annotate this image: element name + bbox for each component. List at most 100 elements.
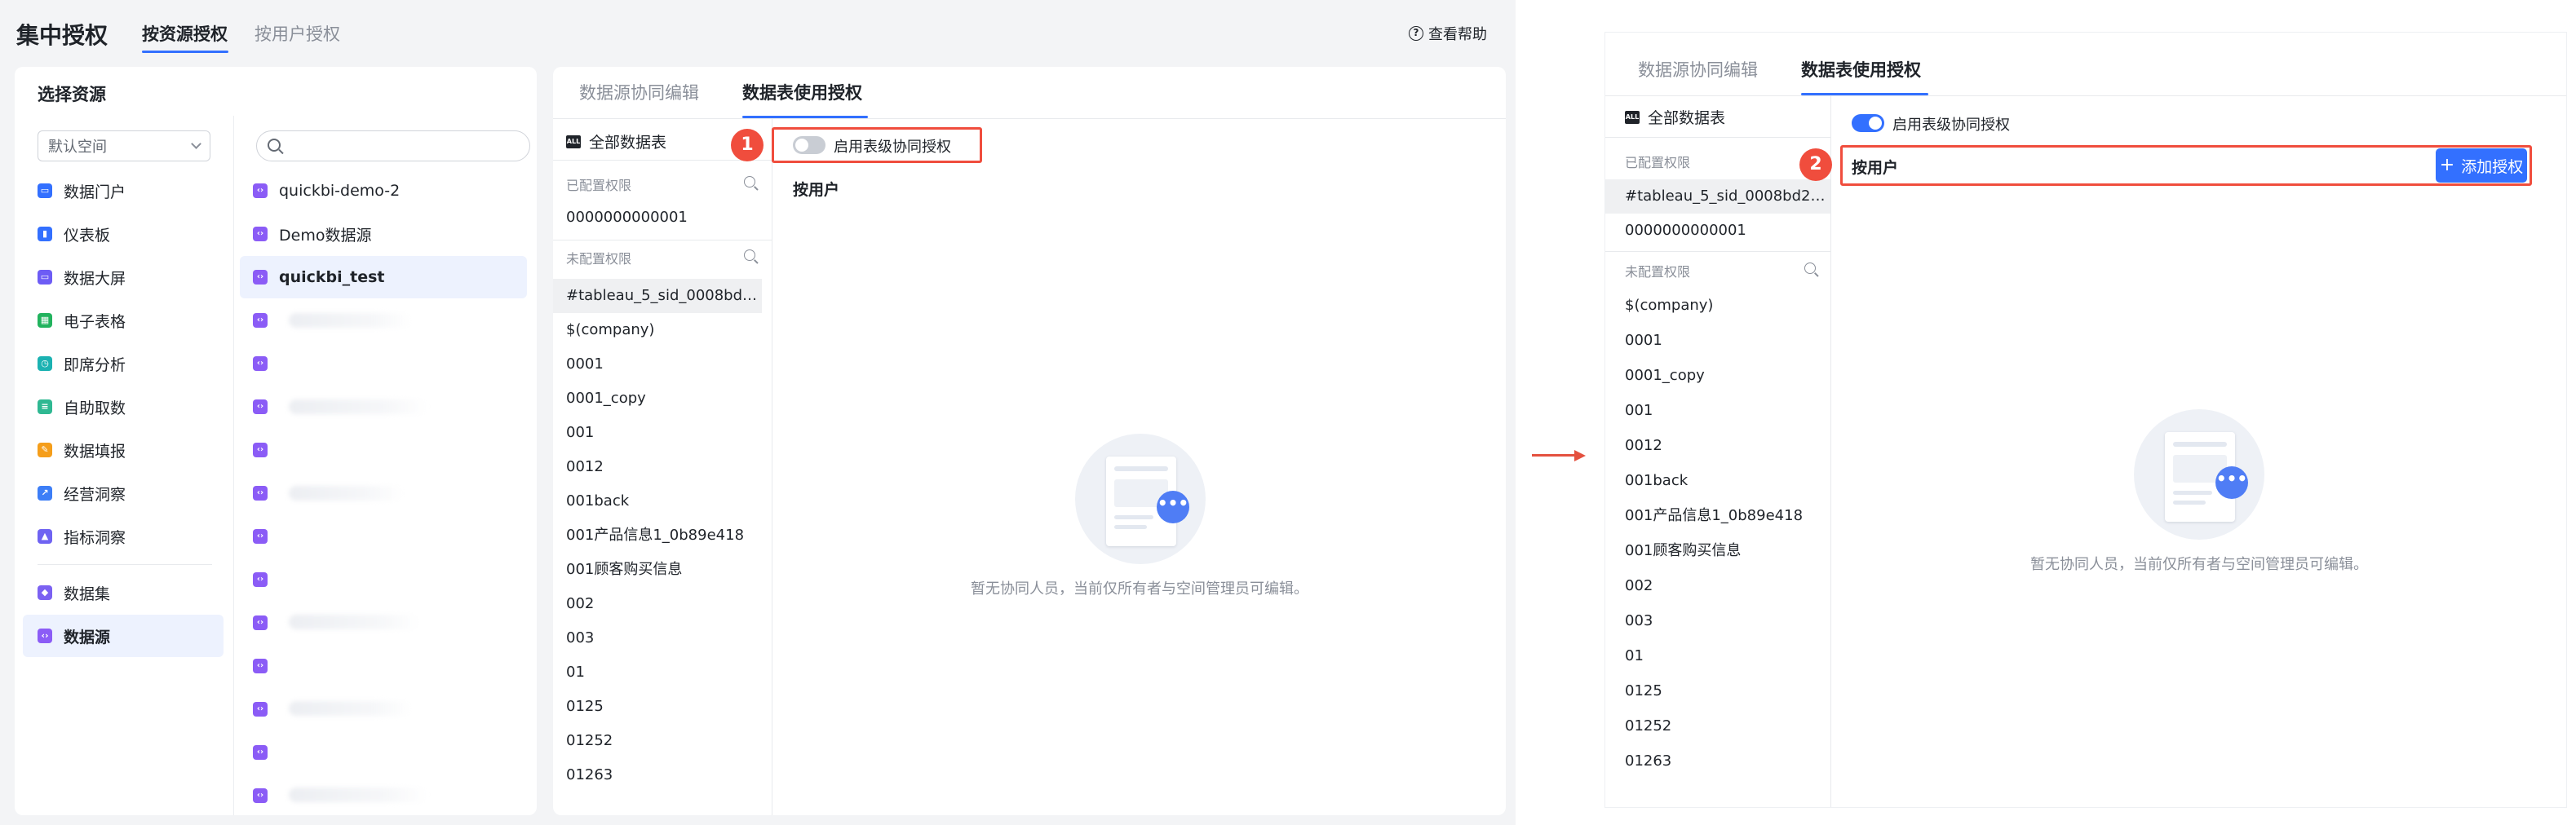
datasource-icon: ‹› [253, 399, 268, 414]
category-label: 数据大屏 [64, 269, 126, 288]
table-item[interactable]: $(company) [553, 313, 762, 347]
table-item[interactable]: 0000000000001 [553, 201, 772, 235]
table-icon: ALL [1625, 110, 1640, 124]
datasource-item-blurred[interactable]: ‹› [240, 645, 527, 687]
section-divider [553, 160, 772, 161]
datasource-item[interactable]: ‹› quickbi-demo-2 [240, 170, 527, 212]
chat-bubble-icon: ••• [2215, 466, 2248, 499]
column-divider [1830, 95, 1831, 807]
blurred-content [289, 788, 427, 802]
table-item[interactable]: 0012 [553, 450, 762, 484]
datasource-label: Demo数据源 [279, 226, 372, 245]
datasource-icon: ‹› [253, 788, 268, 803]
category-item-portal[interactable]: ▭ 数据门户 [23, 170, 224, 212]
datasource-item-blurred[interactable]: ‹› [240, 429, 527, 471]
table-item[interactable]: 01263 [1605, 744, 1830, 779]
table-item[interactable]: 001 [553, 416, 762, 450]
table-item[interactable]: 01 [553, 655, 762, 690]
table-item[interactable]: 001 [1605, 394, 1830, 428]
toggle-knob [1869, 117, 1882, 130]
category-item-spreadsheet[interactable]: ▦ 电子表格 [23, 299, 224, 342]
search-icon[interactable] [1804, 262, 1816, 274]
tab-table-usage-auth[interactable]: 数据表使用授权 [1801, 57, 1921, 82]
category-item-fill[interactable]: ✎ 数据填报 [23, 429, 224, 471]
search-icon[interactable] [744, 249, 755, 261]
top-bar: 集中授权 按资源授权 按用户授权 ? 查看帮助 [0, 0, 1516, 65]
table-item[interactable]: 003 [553, 621, 762, 655]
search-box [256, 130, 530, 161]
highlight-box-2 [1840, 145, 2532, 186]
table-item[interactable]: 001back [553, 484, 762, 518]
table-item[interactable]: 002 [553, 587, 762, 621]
table-item[interactable]: 001产品信息1_0b89e418 [1605, 499, 1830, 533]
category-item-datasource[interactable]: ‹› 数据源 [23, 615, 224, 657]
tab-divider [553, 118, 1506, 119]
search-icon[interactable] [744, 176, 755, 188]
table-item[interactable]: 0001_copy [1605, 359, 1830, 393]
datasource-item[interactable]: ‹› Demo数据源 [240, 213, 527, 255]
category-item-metric-insight[interactable]: ▲ 指标洞察 [23, 515, 224, 558]
toggle-label: 启用表级协同授权 [834, 139, 951, 156]
category-item-dataset[interactable]: ◆ 数据集 [23, 571, 224, 614]
table-item[interactable]: 01252 [553, 724, 762, 758]
tab-by-user[interactable]: 按用户授权 [255, 21, 340, 46]
category-item-screen[interactable]: ▭ 数据大屏 [23, 256, 224, 298]
table-item-selected[interactable]: #tableau_5_sid_0008bd2b... [1605, 179, 1830, 214]
datasource-icon: ‹› [253, 659, 268, 673]
category-item-dashboard[interactable]: ▮ 仪表板 [23, 213, 224, 255]
datasource-icon: ‹› [253, 529, 268, 544]
table-item[interactable]: 01 [1605, 639, 1830, 673]
table-collab-toggle[interactable] [1852, 114, 1884, 132]
spreadsheet-icon: ▦ [38, 313, 52, 328]
table-item[interactable]: 01263 [553, 758, 762, 792]
resource-panel: 选择资源 默认空间 ▭ 数据门户 ▮ 仪表板 ▭ 数据大屏 ▦ 电子表格 ◷ 即… [15, 67, 537, 815]
table-item[interactable]: 001back [1605, 464, 1830, 498]
datasource-item-blurred[interactable]: ‹› [240, 731, 527, 774]
space-select[interactable]: 默认空间 [38, 130, 210, 161]
table-item[interactable]: 01252 [1605, 709, 1830, 743]
table-item[interactable]: $(company) [1605, 289, 1830, 323]
tab-table-usage-auth[interactable]: 数据表使用授权 [742, 80, 862, 104]
category-label: 数据门户 [64, 183, 126, 201]
datasource-item-selected[interactable]: ‹› quickbi_test [240, 256, 527, 298]
add-authorization-button[interactable]: + 添加授权 [2436, 148, 2527, 183]
table-item[interactable]: 002 [1605, 569, 1830, 603]
search-input[interactable] [256, 130, 530, 161]
help-link[interactable]: ? 查看帮助 [1409, 23, 1487, 44]
datasource-icon: ‹› [253, 227, 268, 241]
table-item[interactable]: 001顾客购买信息 [553, 553, 762, 587]
datasource-label: quickbi-demo-2 [279, 182, 401, 200]
category-item-business-insight[interactable]: ↗ 经营洞察 [23, 472, 224, 514]
tab-by-resource[interactable]: 按资源授权 [142, 21, 228, 46]
section-divider [1605, 137, 1830, 138]
datasource-icon: ‹› [253, 443, 268, 457]
datasource-item-blurred[interactable]: ‹› [240, 558, 527, 601]
datasource-icon: ‹› [253, 313, 268, 328]
arrow-right-icon [1574, 450, 1586, 461]
table-collab-toggle[interactable] [793, 136, 825, 154]
table-item[interactable]: 001产品信息1_0b89e418 [553, 518, 762, 553]
all-tables-header[interactable]: ALL 全部数据表 [1625, 106, 1725, 128]
table-item[interactable]: 001顾客购买信息 [1605, 534, 1830, 568]
page-title: 集中授权 [16, 22, 108, 49]
table-item[interactable]: 003 [1605, 604, 1830, 638]
blurred-content [289, 615, 419, 629]
table-item[interactable]: 0001_copy [553, 382, 762, 416]
category-item-self-service[interactable]: ≡ 自助取数 [23, 386, 224, 428]
category-item-adhoc[interactable]: ◷ 即席分析 [23, 342, 224, 385]
tab-datasource-collab-edit[interactable]: 数据源协同编辑 [1638, 57, 1758, 82]
table-item[interactable]: 0012 [1605, 429, 1830, 463]
tab-datasource-collab-edit[interactable]: 数据源协同编辑 [579, 80, 699, 104]
category-label: 电子表格 [64, 312, 126, 331]
datasource-item-blurred[interactable]: ‹› [240, 515, 527, 558]
table-item-selected[interactable]: #tableau_5_sid_0008bd2... [553, 279, 762, 313]
datasource-item-blurred[interactable]: ‹› [240, 342, 527, 385]
table-item[interactable]: 0125 [1605, 674, 1830, 708]
table-item[interactable]: 0001 [553, 347, 762, 382]
table-item[interactable]: 0000000000001 [1605, 214, 1830, 248]
datasource-icon: ‹› [253, 702, 268, 717]
all-tables-header[interactable]: ALL 全部数据表 [566, 130, 666, 152]
table-item[interactable]: 0001 [1605, 324, 1830, 358]
table-item[interactable]: 0125 [553, 690, 762, 724]
blurred-content [289, 486, 403, 501]
